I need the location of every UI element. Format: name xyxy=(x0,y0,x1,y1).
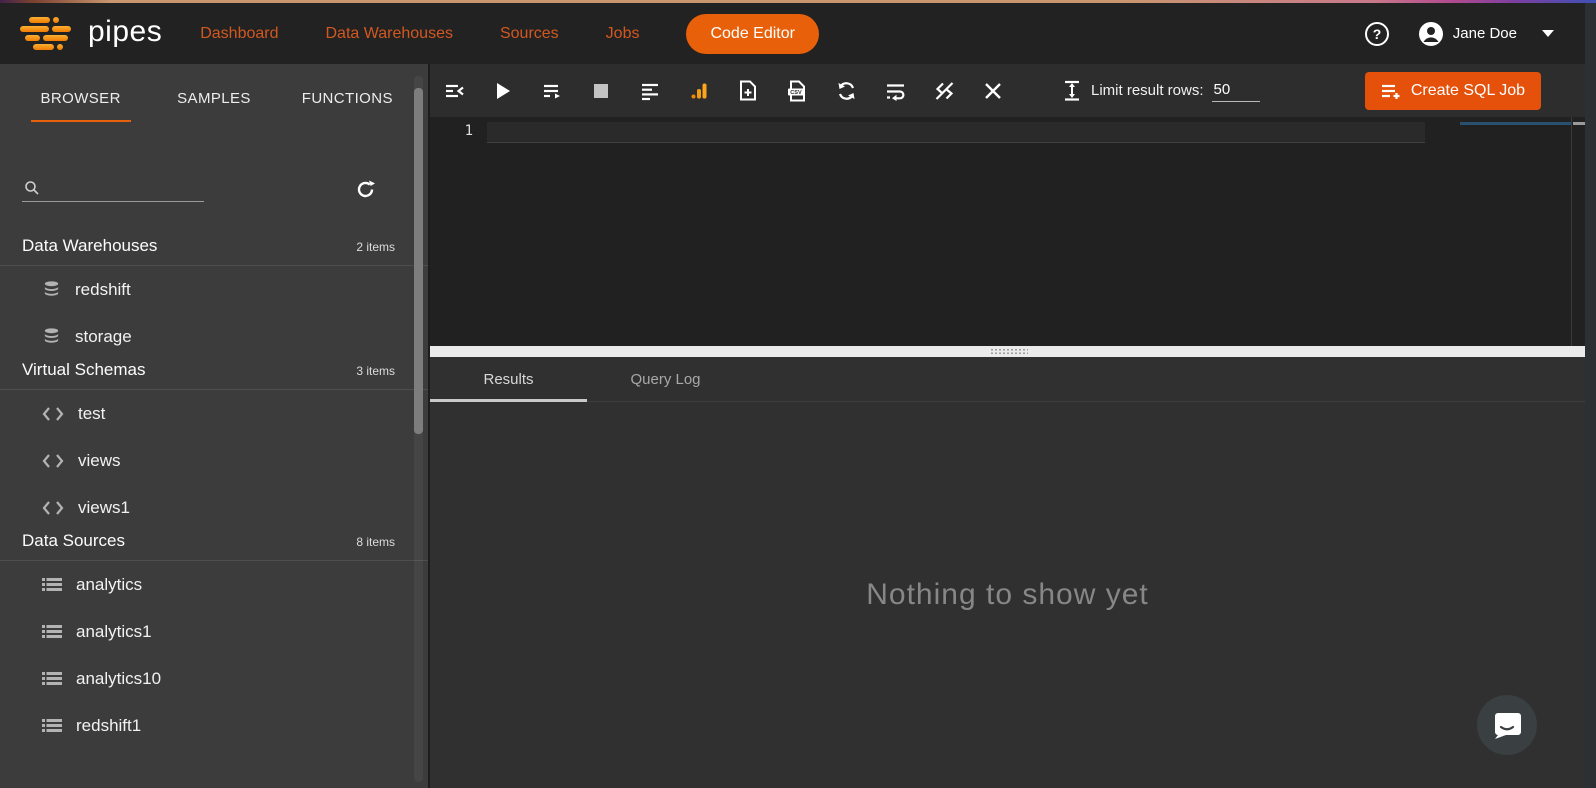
row-height-icon xyxy=(1063,80,1081,101)
nav-item-dashboard[interactable]: Dashboard xyxy=(200,25,278,43)
workspace: CSV xyxy=(428,64,1585,788)
sidebar-scrollbar-thumb[interactable] xyxy=(414,88,423,434)
panel-splitter[interactable] xyxy=(430,346,1585,357)
browser-tree: Data Warehouses 2 items redshift xyxy=(0,236,428,749)
svg-text:CSV: CSV xyxy=(790,90,802,96)
chart-icon[interactable] xyxy=(688,80,710,102)
table-icon xyxy=(42,671,62,687)
code-icon xyxy=(42,500,64,516)
tree-item-redshift1[interactable]: redshift1 xyxy=(0,702,428,749)
refresh-browser-icon[interactable] xyxy=(353,177,378,202)
pipes-logo-icon xyxy=(20,17,74,50)
window-scrollbar[interactable] xyxy=(1585,3,1596,788)
editor-scrollbar-track xyxy=(1571,117,1572,346)
nav-item-jobs[interactable]: Jobs xyxy=(606,25,640,43)
database-icon xyxy=(42,327,61,346)
section-data-warehouses: Data Warehouses 2 items xyxy=(0,236,428,266)
tree-item-redshift[interactable]: redshift xyxy=(0,266,428,313)
database-icon xyxy=(42,280,61,299)
navbar: pipes Dashboard Data Warehouses Sources … xyxy=(0,3,1596,64)
run-icon[interactable] xyxy=(492,80,514,102)
tree-item-analytics1[interactable]: analytics1 xyxy=(0,608,428,655)
table-icon xyxy=(42,624,62,640)
primary-nav: Dashboard Data Warehouses Sources Jobs C… xyxy=(200,14,819,54)
section-count-badge: 8 items xyxy=(356,535,395,549)
new-file-icon[interactable] xyxy=(737,80,759,102)
limit-rows-group: Limit result rows: xyxy=(1063,79,1260,102)
line-number: 1 xyxy=(465,123,473,139)
editor-active-line[interactable] xyxy=(487,122,1425,143)
tab-functions[interactable]: FUNCTIONS xyxy=(281,90,414,122)
tree-item-views1[interactable]: views1 xyxy=(0,484,428,531)
help-icon[interactable]: ? xyxy=(1364,21,1390,47)
table-icon xyxy=(42,718,62,734)
editor-toolbar: CSV xyxy=(430,64,1585,117)
user-avatar-icon xyxy=(1418,21,1444,47)
table-icon xyxy=(42,577,62,593)
code-editor-button[interactable]: Code Editor xyxy=(686,14,819,54)
word-wrap-icon[interactable] xyxy=(884,80,906,102)
tab-results[interactable]: Results xyxy=(430,357,587,401)
section-count-badge: 3 items xyxy=(356,364,395,378)
navbar-right: ? Jane Doe xyxy=(1364,21,1554,47)
tree-item-views[interactable]: views xyxy=(0,437,428,484)
sidebar-search-row xyxy=(22,174,378,202)
empty-state-message: Nothing to show yet xyxy=(866,578,1148,612)
tab-samples[interactable]: SAMPLES xyxy=(147,90,280,122)
results-body: Nothing to show yet xyxy=(430,402,1585,788)
sql-editor[interactable]: 1 xyxy=(430,117,1585,346)
results-tabs: Results Query Log xyxy=(430,357,1585,402)
search-icon xyxy=(24,180,40,196)
section-data-sources: Data Sources 8 items xyxy=(0,531,428,561)
editor-gutter: 1 xyxy=(430,117,487,346)
brand-logo[interactable]: pipes xyxy=(20,17,162,51)
format-sql-icon[interactable] xyxy=(639,80,661,102)
results-panel: Results Query Log Nothing to show yet xyxy=(430,357,1585,788)
list-plus-icon xyxy=(1381,82,1401,100)
section-count-badge: 2 items xyxy=(356,240,395,254)
create-sql-job-button[interactable]: Create SQL Job xyxy=(1365,72,1541,110)
tab-browser[interactable]: BROWSER xyxy=(14,90,147,122)
limit-rows-input[interactable] xyxy=(1212,79,1260,102)
clear-icon[interactable] xyxy=(982,80,1004,102)
chat-launcher-button[interactable] xyxy=(1477,695,1537,755)
no-wrap-icon[interactable] xyxy=(933,80,955,102)
tree-item-test[interactable]: test xyxy=(0,390,428,437)
tab-query-log[interactable]: Query Log xyxy=(587,357,744,401)
search-input[interactable] xyxy=(22,174,204,202)
tree-item-analytics[interactable]: analytics xyxy=(0,561,428,608)
run-selection-icon[interactable] xyxy=(541,80,563,102)
chat-bubble-icon xyxy=(1492,711,1522,740)
stop-icon[interactable] xyxy=(590,80,612,102)
code-icon xyxy=(42,453,64,469)
brand-name: pipes xyxy=(88,17,162,51)
main-layout: BROWSER SAMPLES FUNCTIONS xyxy=(0,64,1596,788)
limit-rows-label: Limit result rows: xyxy=(1091,82,1204,99)
nav-item-data-warehouses[interactable]: Data Warehouses xyxy=(326,25,453,43)
tree-item-analytics10[interactable]: analytics10 xyxy=(0,655,428,702)
user-name: Jane Doe xyxy=(1453,25,1517,42)
export-csv-icon[interactable]: CSV xyxy=(786,80,808,102)
chevron-down-icon xyxy=(1542,30,1554,37)
editor-minimap-bar xyxy=(1460,122,1571,125)
collapse-lines-icon[interactable] xyxy=(443,80,465,102)
drag-handle-icon xyxy=(990,348,1028,355)
nav-item-sources[interactable]: Sources xyxy=(500,25,559,43)
svg-text:?: ? xyxy=(1373,26,1382,42)
user-menu[interactable]: Jane Doe xyxy=(1418,21,1554,47)
sidebar-tabs: BROWSER SAMPLES FUNCTIONS xyxy=(14,90,414,122)
sidebar: BROWSER SAMPLES FUNCTIONS xyxy=(0,64,428,788)
section-virtual-schemas: Virtual Schemas 3 items xyxy=(0,360,428,390)
editor-scrollbar-thumb[interactable] xyxy=(1573,122,1585,125)
code-icon xyxy=(42,406,64,422)
refresh-query-icon[interactable] xyxy=(835,80,857,102)
tree-item-storage[interactable]: storage xyxy=(0,313,428,360)
